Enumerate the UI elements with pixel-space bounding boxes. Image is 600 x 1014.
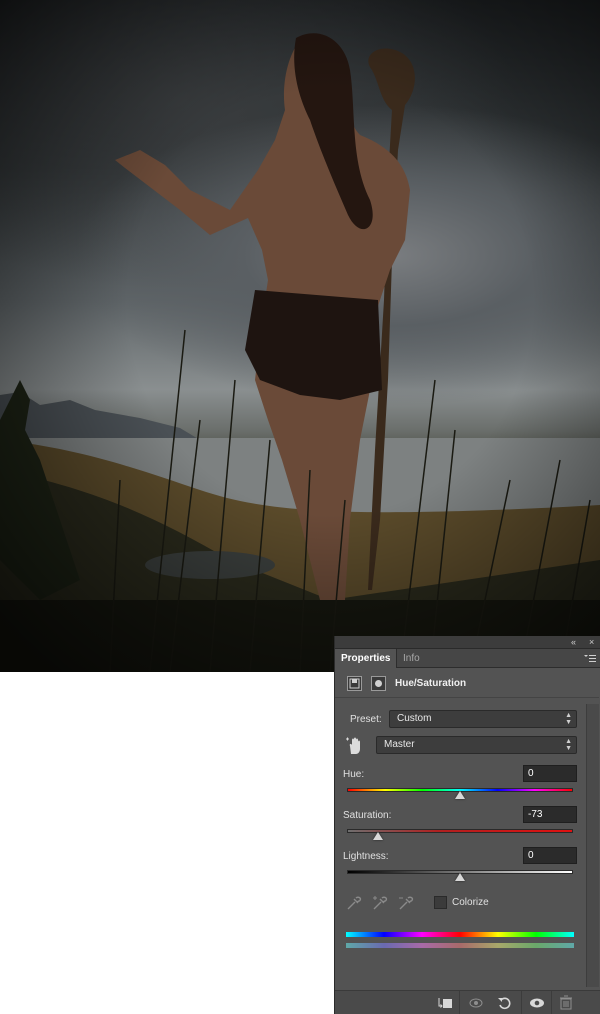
saturation-input[interactable]: -73 xyxy=(523,806,577,823)
channel-value: Master xyxy=(384,739,415,750)
lightness-slider-thumb[interactable] xyxy=(455,873,465,881)
close-panel-icon[interactable]: × xyxy=(589,637,594,647)
view-previous-icon[interactable] xyxy=(469,995,485,1011)
collapse-panel-icon[interactable]: « xyxy=(571,637,576,647)
panel-menu-icon[interactable] xyxy=(584,654,596,663)
tab-info[interactable]: Info xyxy=(397,649,426,668)
select-arrows-icon: ▲ ▼ xyxy=(565,738,572,752)
tab-properties[interactable]: Properties xyxy=(335,649,398,668)
eyedropper-plus-icon[interactable] xyxy=(372,895,388,911)
toolbar-divider xyxy=(459,991,460,1014)
hue-label: Hue: xyxy=(343,769,365,780)
saturation-slider-thumb[interactable] xyxy=(373,832,383,840)
hand-target-icon[interactable] xyxy=(345,736,365,756)
colorize-checkbox[interactable] xyxy=(434,896,447,909)
panel-title-strip: « × xyxy=(335,636,600,649)
photo-vignette xyxy=(0,0,600,672)
preset-label: Preset: xyxy=(350,714,382,725)
layer-mask-icon[interactable] xyxy=(371,676,386,691)
trash-icon[interactable] xyxy=(558,995,574,1011)
panel-bottom-toolbar xyxy=(335,990,600,1014)
eyedropper-icon[interactable] xyxy=(346,895,362,911)
canvas-photo xyxy=(0,0,600,672)
panel-scrollbar[interactable] xyxy=(586,704,599,987)
toolbar-divider xyxy=(521,991,522,1014)
reset-icon[interactable] xyxy=(497,995,513,1011)
output-spectrum-bar xyxy=(346,943,574,948)
hue-input[interactable]: 0 xyxy=(523,765,577,782)
adjustment-header: Hue/Saturation xyxy=(335,670,599,698)
toolbar-divider xyxy=(551,991,552,1014)
panel-tabbar: Properties Info xyxy=(335,649,600,668)
colorize-label: Colorize xyxy=(452,897,489,908)
lightness-input[interactable]: 0 xyxy=(523,847,577,864)
lightness-label: Lightness: xyxy=(343,851,389,862)
properties-panel: « × Properties Info Hue/Saturation Prese… xyxy=(334,636,600,1014)
select-arrows-icon: ▲ ▼ xyxy=(565,712,572,726)
saturation-label: Saturation: xyxy=(343,810,392,821)
input-spectrum-bar xyxy=(346,932,574,937)
adjustment-layer-icon[interactable] xyxy=(347,676,362,691)
adjustment-title: Hue/Saturation xyxy=(395,678,467,689)
hue-slider-thumb[interactable] xyxy=(455,791,465,799)
eyedropper-minus-icon[interactable] xyxy=(398,895,414,911)
preset-value: Custom xyxy=(397,713,432,724)
clip-to-layer-icon[interactable] xyxy=(437,995,453,1011)
preset-select[interactable]: Custom ▲ ▼ xyxy=(389,710,577,728)
visibility-eye-icon[interactable] xyxy=(529,995,545,1011)
channel-select[interactable]: Master ▲ ▼ xyxy=(376,736,577,754)
